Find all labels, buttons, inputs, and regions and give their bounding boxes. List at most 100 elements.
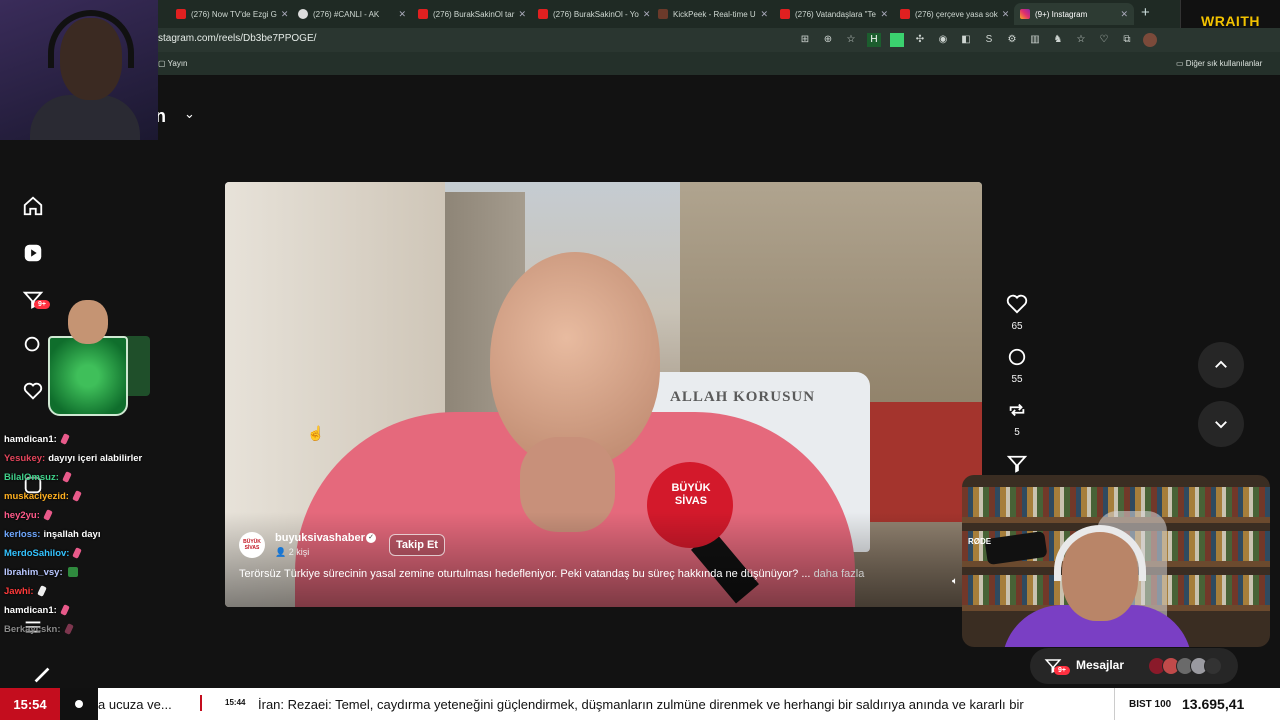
close-icon[interactable]: ✕ (514, 9, 526, 20)
ticker-separator (200, 695, 202, 711)
browser-tabstrip: (276) Now TV'de Ezgi G ✕ (276) #CANLI - A… (0, 0, 1280, 28)
like-action[interactable]: 65 (1002, 294, 1032, 332)
youtube-icon (538, 9, 548, 19)
post-caption: Terörsüz Türkiye sürecinin yasal zemine … (239, 568, 865, 580)
url-field[interactable]: stagram.com/reels/Db3be7PPOGE/ (158, 33, 316, 44)
ticker-headline: İran: Rezaei: Temel, caydırma yeteneğini… (258, 697, 1024, 712)
ticker-headline-prev: a ucuza ve... (98, 697, 172, 712)
browser-tab[interactable]: (276) çerçeve yasa sok ✕ (894, 3, 1014, 25)
new-tab-button[interactable]: + (1141, 4, 1150, 21)
performance-icon[interactable]: ♡ (1097, 33, 1111, 47)
extension-icon[interactable]: S (982, 33, 996, 47)
bookmark-item[interactable]: ▢ Yayın (158, 59, 188, 68)
comment-count: 55 (1011, 374, 1023, 385)
next-reel-button[interactable] (1198, 401, 1244, 447)
youtube-icon (780, 9, 790, 19)
youtube-icon (176, 9, 186, 19)
browser-tab[interactable]: (276) Vatandaşlara "Te ✕ (774, 3, 894, 25)
more-icon (1204, 657, 1222, 675)
globe-icon (298, 9, 308, 19)
repost-action[interactable]: 5 (1002, 400, 1032, 438)
close-icon[interactable]: ✕ (277, 9, 289, 20)
volume-icon[interactable]: 🔈︎ (952, 576, 958, 587)
live-dot-icon (60, 688, 98, 720)
chat-line: MerdoSahilov: (4, 547, 83, 560)
browser-tab[interactable]: (276) #CANLI - AK ✕ (292, 3, 412, 25)
profile-avatar[interactable] (1143, 33, 1157, 47)
favorites-icon[interactable]: ☆ (1074, 33, 1088, 47)
comment-action[interactable]: 55 (1002, 347, 1032, 385)
split-view-icon[interactable]: ▥ (1028, 33, 1042, 47)
stock-index-value: 13.695,41 (1182, 696, 1245, 712)
chevron-down-icon[interactable]: ⌄ (184, 106, 195, 122)
address-bar: stagram.com/reels/Db3be7PPOGE/ ⊞ ⊕ ☆ H ✣… (0, 28, 1280, 52)
ticker-headline-time: 15:44 (225, 698, 246, 707)
close-icon[interactable]: ✕ (394, 9, 406, 20)
emote-icon (67, 567, 78, 578)
streamer-webcam (0, 0, 158, 140)
toolbar-icons: ⊞ ⊕ ☆ H ✣ ◉ ◧ S ⚙ ▥ ♞ ☆ ♡ ⧉ (798, 33, 1157, 47)
chat-line: hamdican1: (4, 433, 70, 446)
guest-webcam: RØDE (962, 475, 1270, 647)
puzzle-icon[interactable]: ⚙ (1005, 33, 1019, 47)
browser-tab[interactable]: KickPeek - Real-time U ✕ (652, 3, 774, 25)
extension-icon[interactable] (890, 33, 904, 47)
repost-count: 5 (1014, 427, 1020, 438)
cursor-icon: ☝ (307, 425, 325, 441)
verified-icon: ✓ (366, 533, 376, 543)
account-name[interactable]: buyuksivashaber (275, 532, 365, 544)
message-avatars (1148, 657, 1222, 675)
van-text: ALLAH KORUSUN (670, 389, 816, 405)
extension-icon[interactable]: H (867, 33, 881, 47)
reels-icon[interactable] (18, 238, 48, 268)
chat-line: muskaciyezid: (4, 490, 82, 503)
like-count: 65 (1011, 321, 1023, 332)
man-graphic (68, 300, 108, 344)
chat-line: BilalOmsuz: (4, 471, 72, 484)
video-shade (225, 512, 982, 607)
news-ticker: 15:54 a ucuza ve... 15:44 İran: Rezaei: … (0, 688, 1280, 720)
chat-line: Jawhi: (4, 585, 47, 598)
mic-brand: RØDE (968, 537, 992, 546)
extension-icon[interactable]: ◧ (959, 33, 973, 47)
browser-tab[interactable]: (276) BurakSakinOl tar ✕ (412, 3, 532, 25)
stock-index: BIST 100 13.695,41 (1114, 688, 1280, 720)
home-icon[interactable] (18, 191, 48, 221)
close-icon[interactable]: ✕ (998, 9, 1010, 20)
messages-badge: 9+ (1054, 666, 1070, 675)
youtube-icon (418, 9, 428, 19)
reel-video[interactable]: ALLAH KORUSUN BÜYÜK SİVAS BÜYÜK SİVAS bu… (225, 182, 982, 607)
browser-tab-active[interactable]: (9+) Instagram ✕ (1014, 3, 1134, 25)
extension-icon[interactable]: ◉ (936, 33, 950, 47)
mug-overlay (28, 296, 150, 420)
account-avatar[interactable]: BÜYÜK SİVAS (239, 532, 265, 558)
chat-line: Berkaycskn: (4, 623, 74, 636)
messages-bar[interactable]: 9+ Mesajlar (1030, 648, 1238, 684)
kickpeek-icon (658, 9, 668, 19)
pen-icon[interactable] (22, 660, 62, 690)
translate-icon[interactable]: ⊞ (798, 33, 812, 47)
chat-line: kerloss: inşallah dayı (4, 529, 101, 540)
ticker-clock: 15:54 (0, 688, 60, 720)
bookmarks-bar: ▢ Yayın ▭ Diğer sık kullanılanlar (0, 52, 1280, 76)
interviewee-head (490, 252, 660, 467)
bookmark-star-icon[interactable]: ☆ (844, 33, 858, 47)
close-icon[interactable]: ✕ (756, 9, 768, 20)
follow-button[interactable]: Takip Et (389, 534, 445, 556)
bookmark-folder[interactable]: ▭ Diğer sık kullanılanlar (1176, 59, 1262, 68)
mug-graphic (48, 336, 128, 416)
chat-line: Ibrahim_vsy: (4, 567, 78, 578)
extension-icon[interactable]: ✣ (913, 33, 927, 47)
headphones (48, 10, 134, 68)
previous-reel-button[interactable] (1198, 342, 1244, 388)
close-icon[interactable]: ✕ (1116, 9, 1128, 20)
close-icon[interactable]: ✕ (639, 9, 651, 20)
zoom-icon[interactable]: ⊕ (821, 33, 835, 47)
extension-icon[interactable]: ♞ (1051, 33, 1065, 47)
account-followers: 👤 2 kişi (275, 547, 310, 557)
close-icon[interactable]: ✕ (876, 9, 888, 20)
browser-tab[interactable]: (276) Now TV'de Ezgi G ✕ (170, 3, 290, 25)
more-link[interactable]: daha fazla (814, 568, 865, 580)
collections-icon[interactable]: ⧉ (1120, 33, 1134, 47)
browser-tab[interactable]: (276) BurakSakinOl - Yo ✕ (532, 3, 652, 25)
